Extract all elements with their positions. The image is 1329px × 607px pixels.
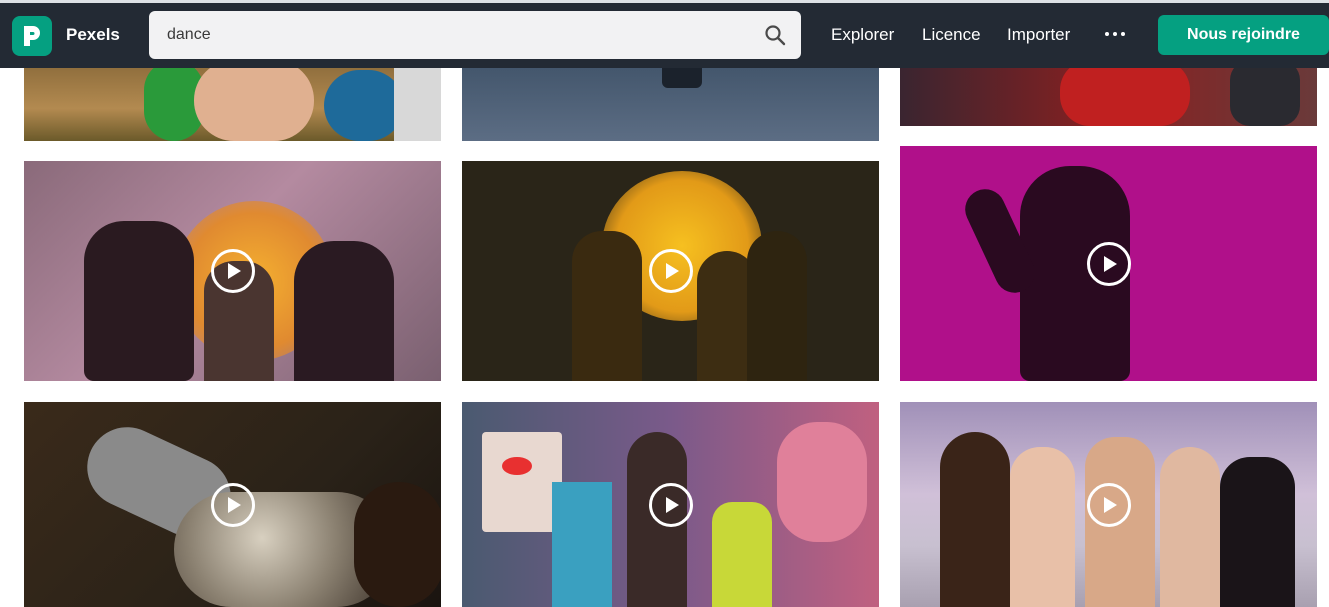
video-tile[interactable] (24, 402, 441, 607)
video-thumbnail (1160, 447, 1220, 607)
nav-link-licence[interactable]: Licence (922, 25, 981, 45)
nav-link-importer[interactable]: Importer (1007, 25, 1070, 45)
search-icon (765, 25, 786, 46)
brand-name[interactable]: Pexels (66, 25, 120, 45)
nav-link-explorer[interactable]: Explorer (831, 25, 894, 45)
video-thumbnail (84, 221, 194, 381)
video-tile[interactable] (24, 60, 441, 141)
video-thumbnail (1220, 457, 1295, 607)
more-dot-icon (1121, 32, 1125, 36)
video-thumbnail (712, 502, 772, 607)
video-thumbnail (940, 432, 1010, 607)
more-dot-icon (1105, 32, 1109, 36)
video-thumbnail (552, 482, 612, 607)
more-dot-icon (1113, 32, 1117, 36)
pexels-logo-icon (24, 26, 40, 46)
play-icon (210, 482, 255, 527)
video-thumbnail (1010, 447, 1075, 607)
video-thumbnail (572, 231, 642, 381)
video-tile[interactable] (900, 146, 1317, 381)
search-bar (149, 11, 801, 59)
play-icon (648, 249, 693, 293)
play-icon (1086, 241, 1131, 286)
pexels-logo[interactable] (12, 16, 52, 56)
video-thumbnail (747, 231, 807, 381)
play-icon (210, 249, 255, 293)
video-tile[interactable] (900, 402, 1317, 607)
video-thumbnail (1230, 60, 1300, 126)
video-thumbnail (194, 60, 314, 141)
play-icon (648, 482, 693, 527)
join-button[interactable]: Nous rejoindre (1158, 15, 1329, 55)
video-tile[interactable] (462, 161, 879, 381)
video-thumbnail (354, 482, 441, 607)
search-button[interactable] (763, 23, 787, 47)
search-input[interactable] (149, 11, 757, 59)
video-tile[interactable] (462, 402, 879, 607)
video-thumbnail (482, 432, 562, 532)
video-thumbnail (394, 60, 441, 141)
video-tile[interactable] (462, 60, 879, 141)
video-thumbnail (294, 241, 394, 381)
play-icon (1086, 482, 1131, 527)
video-thumbnail (1060, 60, 1190, 126)
video-thumbnail (777, 422, 867, 542)
video-thumbnail (324, 70, 404, 141)
video-tile[interactable] (900, 60, 1317, 126)
top-navbar: Pexels Explorer Licence Importer Nous re… (0, 0, 1329, 68)
more-options-button[interactable] (1102, 26, 1128, 42)
video-thumbnail (502, 457, 532, 475)
video-tile[interactable] (24, 161, 441, 381)
